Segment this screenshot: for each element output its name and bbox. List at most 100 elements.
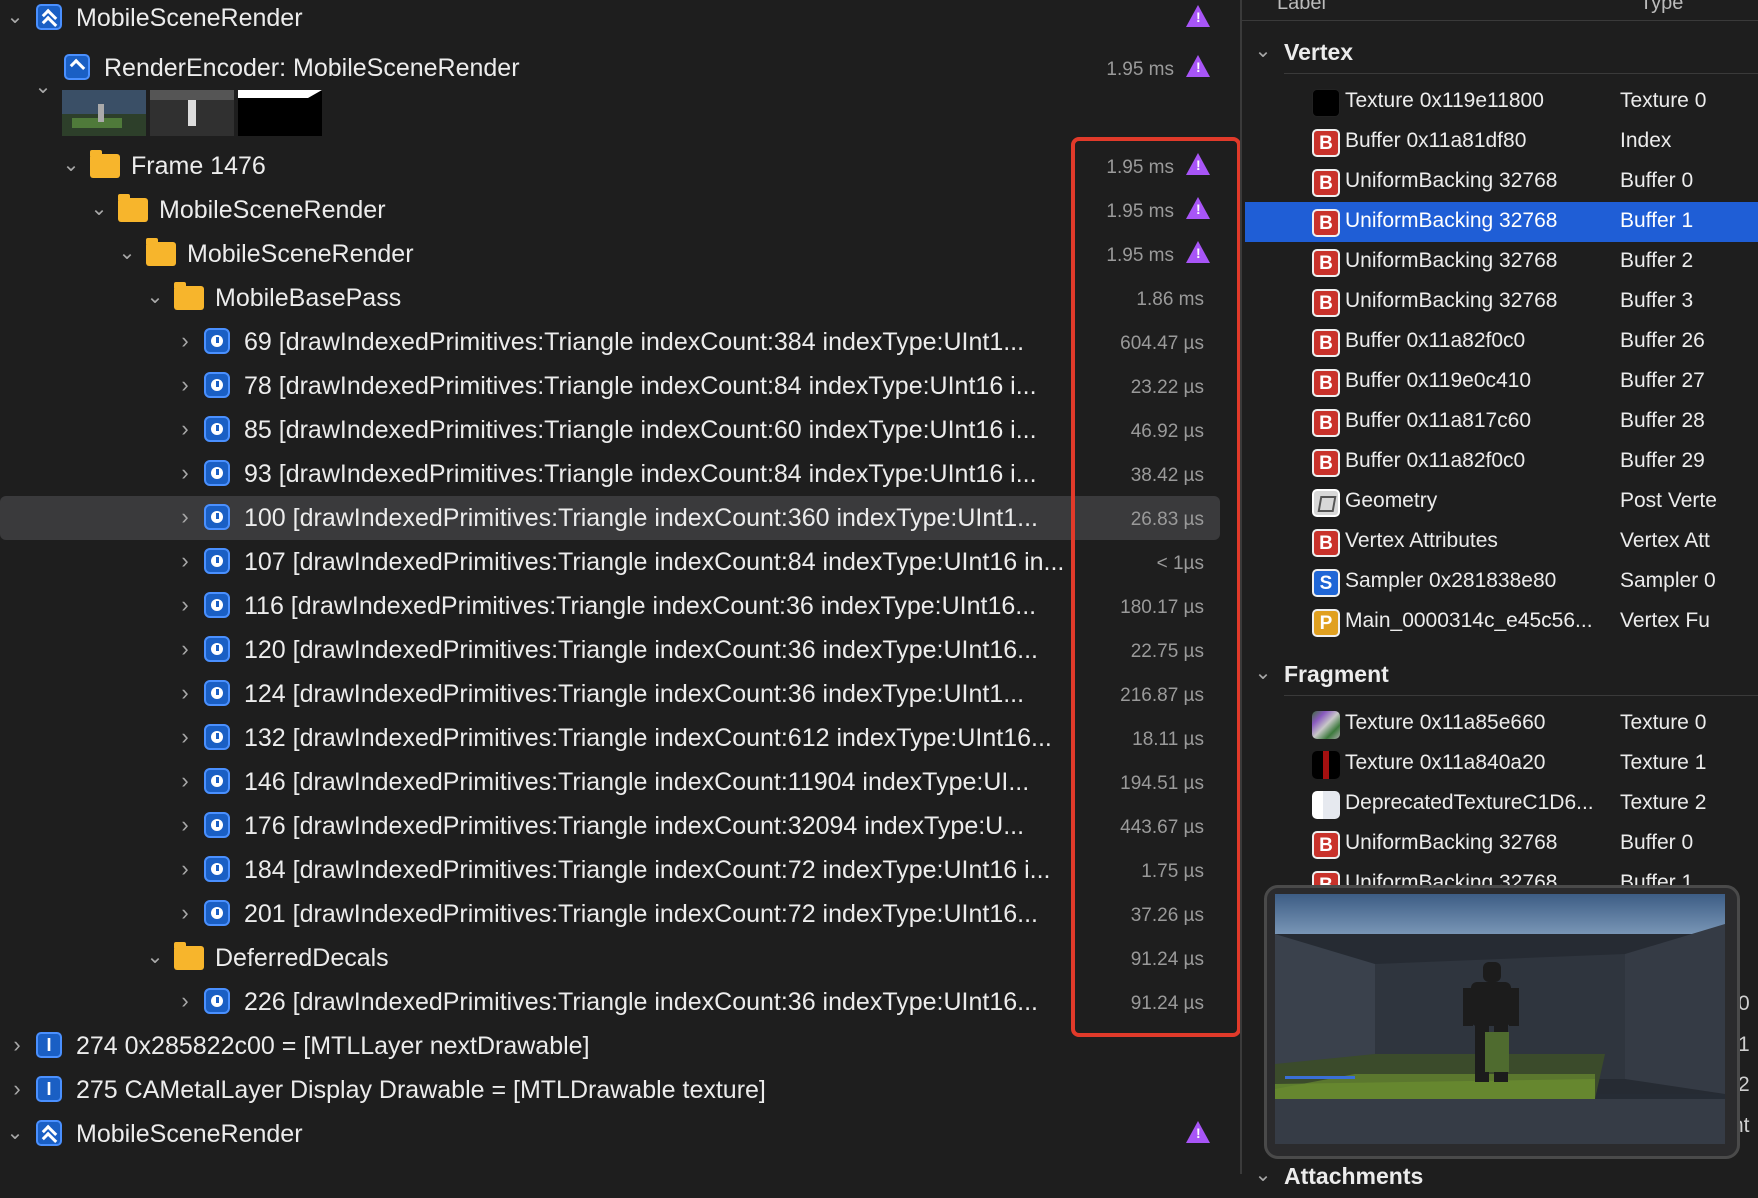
chevron-right-icon[interactable]: › [176, 770, 194, 792]
resource-row[interactable]: B UniformBacking 32768 Buffer 0 [1242, 824, 1758, 864]
resource-row[interactable]: DeprecatedTextureC1D6... Texture 2 [1242, 784, 1758, 824]
resource-type: Vertex Fu [1620, 609, 1710, 632]
label-column-header[interactable]: Label [1277, 0, 1326, 15]
draw-call-row[interactable]: › 132 [drawIndexedPrimitives:Triangle in… [0, 716, 1240, 760]
draw-call-row[interactable]: › 116 [drawIndexedPrimitives:Triangle in… [0, 584, 1240, 628]
chevron-down-icon[interactable]: ⌄ [90, 198, 108, 220]
draw-call-row[interactable]: › 85 [drawIndexedPrimitives:Triangle ind… [0, 408, 1240, 452]
resource-row[interactable]: B UniformBacking 32768 Buffer 3 [1242, 282, 1758, 322]
draw-call-label: 184 [drawIndexedPrimitives:Triangle inde… [244, 856, 1051, 884]
chevron-right-icon[interactable]: › [176, 374, 194, 396]
draw-call-row[interactable]: › 78 [drawIndexedPrimitives:Triangle ind… [0, 364, 1240, 408]
chevron-down-icon[interactable]: ⌄ [1254, 1164, 1272, 1186]
thumbnail-stencil[interactable] [238, 90, 322, 136]
chevron-right-icon[interactable]: › [8, 1034, 26, 1056]
warning-icon[interactable]: ! [1186, 5, 1210, 27]
thumbnail-color[interactable] [62, 90, 146, 136]
tree-row-encoder[interactable]: RenderEncoder: MobileSceneRender 1.95 ms… [0, 46, 1240, 90]
resource-label: Buffer 0x11a81df80 [1345, 129, 1527, 152]
draw-call-row[interactable]: › 176 [drawIndexedPrimitives:Triangle in… [0, 804, 1240, 848]
chevron-right-icon[interactable]: › [176, 462, 194, 484]
chevron-down-icon[interactable]: ⌄ [6, 6, 24, 28]
chevron-down-icon[interactable]: ⌄ [118, 242, 136, 264]
buffer-icon: B [1312, 129, 1340, 157]
draw-call-label: 146 [drawIndexedPrimitives:Triangle inde… [244, 768, 1030, 796]
chevron-right-icon[interactable]: › [176, 594, 194, 616]
resource-row[interactable]: B Buffer 0x119e0c410 Buffer 27 [1242, 362, 1758, 402]
draw-call-row[interactable]: › 69 [drawIndexedPrimitives:Triangle ind… [0, 320, 1240, 364]
chevron-down-icon[interactable]: ⌄ [146, 286, 164, 308]
draw-call-icon [204, 592, 230, 618]
chevron-down-icon[interactable]: ⌄ [146, 946, 164, 968]
chevron-right-icon[interactable]: › [176, 814, 194, 836]
encoder-icon [64, 54, 90, 80]
resource-type: Buffer 3 [1620, 289, 1694, 312]
chevron-down-icon[interactable]: ⌄ [34, 76, 52, 98]
tree-row-root[interactable]: ⌄ MobileSceneRender ! [0, 0, 1240, 40]
tree-row-scene[interactable]: ⌄ MobileSceneRender 1.95 ms ! [0, 232, 1240, 276]
chevron-right-icon[interactable]: › [176, 550, 194, 572]
chevron-right-icon[interactable]: › [176, 858, 194, 880]
chevron-right-icon[interactable]: › [176, 726, 194, 748]
resource-row[interactable]: P Main_0000314c_e45c56... Vertex Fu [1242, 602, 1758, 642]
chevron-down-icon[interactable]: ⌄ [1254, 662, 1272, 684]
resource-row[interactable]: B Buffer 0x11a817c60 Buffer 28 [1242, 402, 1758, 442]
tree-row-frame[interactable]: ⌄ Frame 1476 1.95 ms ! [0, 144, 1240, 188]
chevron-right-icon[interactable]: › [176, 638, 194, 660]
section-attachments[interactable]: ⌄ Attachments [1242, 1154, 1758, 1198]
type-column-header[interactable]: Type [1640, 0, 1683, 15]
resource-row[interactable]: B UniformBacking 32768 Buffer 2 [1242, 242, 1758, 282]
resource-row[interactable]: S Sampler 0x281838e80 Sampler 0 [1242, 562, 1758, 602]
draw-call-icon [204, 856, 230, 882]
resource-row[interactable]: B Vertex Attributes Vertex Att [1242, 522, 1758, 562]
draw-call-row[interactable]: › 93 [drawIndexedPrimitives:Triangle ind… [0, 452, 1240, 496]
api-call-row[interactable]: › I 275 CAMetalLayer Display Drawable = … [0, 1068, 1240, 1112]
draw-call-row[interactable]: › 120 [drawIndexedPrimitives:Triangle in… [0, 628, 1240, 672]
tree-row-scene[interactable]: ⌄ MobileSceneRender 1.95 ms ! [0, 188, 1240, 232]
resource-row-selected[interactable]: B UniformBacking 32768 Buffer 1 [1245, 202, 1758, 242]
resource-row[interactable]: B UniformBacking 32768 Buffer 0 [1242, 162, 1758, 202]
chevron-down-icon[interactable]: ⌄ [1254, 40, 1272, 62]
folder-icon [90, 150, 120, 178]
resource-row[interactable]: Texture 0x11a840a20 Texture 1 [1242, 744, 1758, 784]
draw-call-row[interactable]: › 226 [drawIndexedPrimitives:Triangle in… [0, 980, 1240, 1024]
chevron-right-icon[interactable]: › [176, 682, 194, 704]
draw-call-row[interactable]: › 201 [drawIndexedPrimitives:Triangle in… [0, 892, 1240, 936]
resource-label: UniformBacking 32768 [1345, 831, 1558, 854]
warning-icon[interactable]: ! [1186, 1121, 1210, 1143]
resource-row[interactable]: B Buffer 0x11a82f0c0 Buffer 26 [1242, 322, 1758, 362]
thumbnail-depth[interactable] [150, 90, 234, 136]
resource-row[interactable]: Texture 0x119e11800 Texture 0 [1242, 82, 1758, 122]
chevron-right-icon[interactable]: › [8, 1078, 26, 1100]
tree-row-root[interactable]: ⌄ MobileSceneRender ! [0, 1112, 1240, 1156]
resource-row[interactable]: B Buffer 0x11a81df80 Index [1242, 122, 1758, 162]
resource-type: Texture 2 [1620, 791, 1707, 814]
draw-call-row[interactable]: › 184 [drawIndexedPrimitives:Triangle in… [0, 848, 1240, 892]
tree-row-basepass[interactable]: ⌄ MobileBasePass 1.86 ms [0, 276, 1240, 320]
chevron-down-icon[interactable]: ⌄ [62, 154, 80, 176]
chevron-right-icon[interactable]: › [176, 330, 194, 352]
section-vertex[interactable]: ⌄ Vertex [1242, 30, 1758, 74]
draw-call-icon [204, 504, 230, 530]
section-fragment[interactable]: ⌄ Fragment [1242, 652, 1758, 696]
resource-type: Index [1620, 129, 1672, 152]
draw-call-row-selected[interactable]: › 100 [drawIndexedPrimitives:Triangle in… [0, 496, 1220, 540]
warning-icon[interactable]: ! [1186, 55, 1210, 77]
chevron-right-icon[interactable]: › [176, 990, 194, 1012]
resource-row[interactable]: B Buffer 0x11a82f0c0 Buffer 29 [1242, 442, 1758, 482]
draw-call-row[interactable]: › 146 [drawIndexedPrimitives:Triangle in… [0, 760, 1240, 804]
chevron-right-icon[interactable]: › [176, 506, 194, 528]
texture-preview-popover[interactable] [1264, 885, 1740, 1159]
draw-call-row[interactable]: › 107 [drawIndexedPrimitives:Triangle in… [0, 540, 1240, 584]
tree-label: 274 0x285822c00 = [MTLLayer nextDrawable… [76, 1032, 590, 1060]
chevron-down-icon[interactable]: ⌄ [6, 1122, 24, 1144]
api-call-row[interactable]: › I 274 0x285822c00 = [MTLLayer nextDraw… [0, 1024, 1240, 1068]
resource-row[interactable]: Texture 0x11a85e660 Texture 0 [1242, 704, 1758, 744]
resource-row[interactable]: Geometry Post Verte [1242, 482, 1758, 522]
chevron-right-icon[interactable]: › [176, 418, 194, 440]
buffer-icon: B [1312, 449, 1340, 477]
resource-type: Texture 0 [1620, 711, 1707, 734]
draw-call-row[interactable]: › 124 [drawIndexedPrimitives:Triangle in… [0, 672, 1240, 716]
tree-row-decals[interactable]: ⌄ DeferredDecals 91.24 µs [0, 936, 1240, 980]
chevron-right-icon[interactable]: › [176, 902, 194, 924]
